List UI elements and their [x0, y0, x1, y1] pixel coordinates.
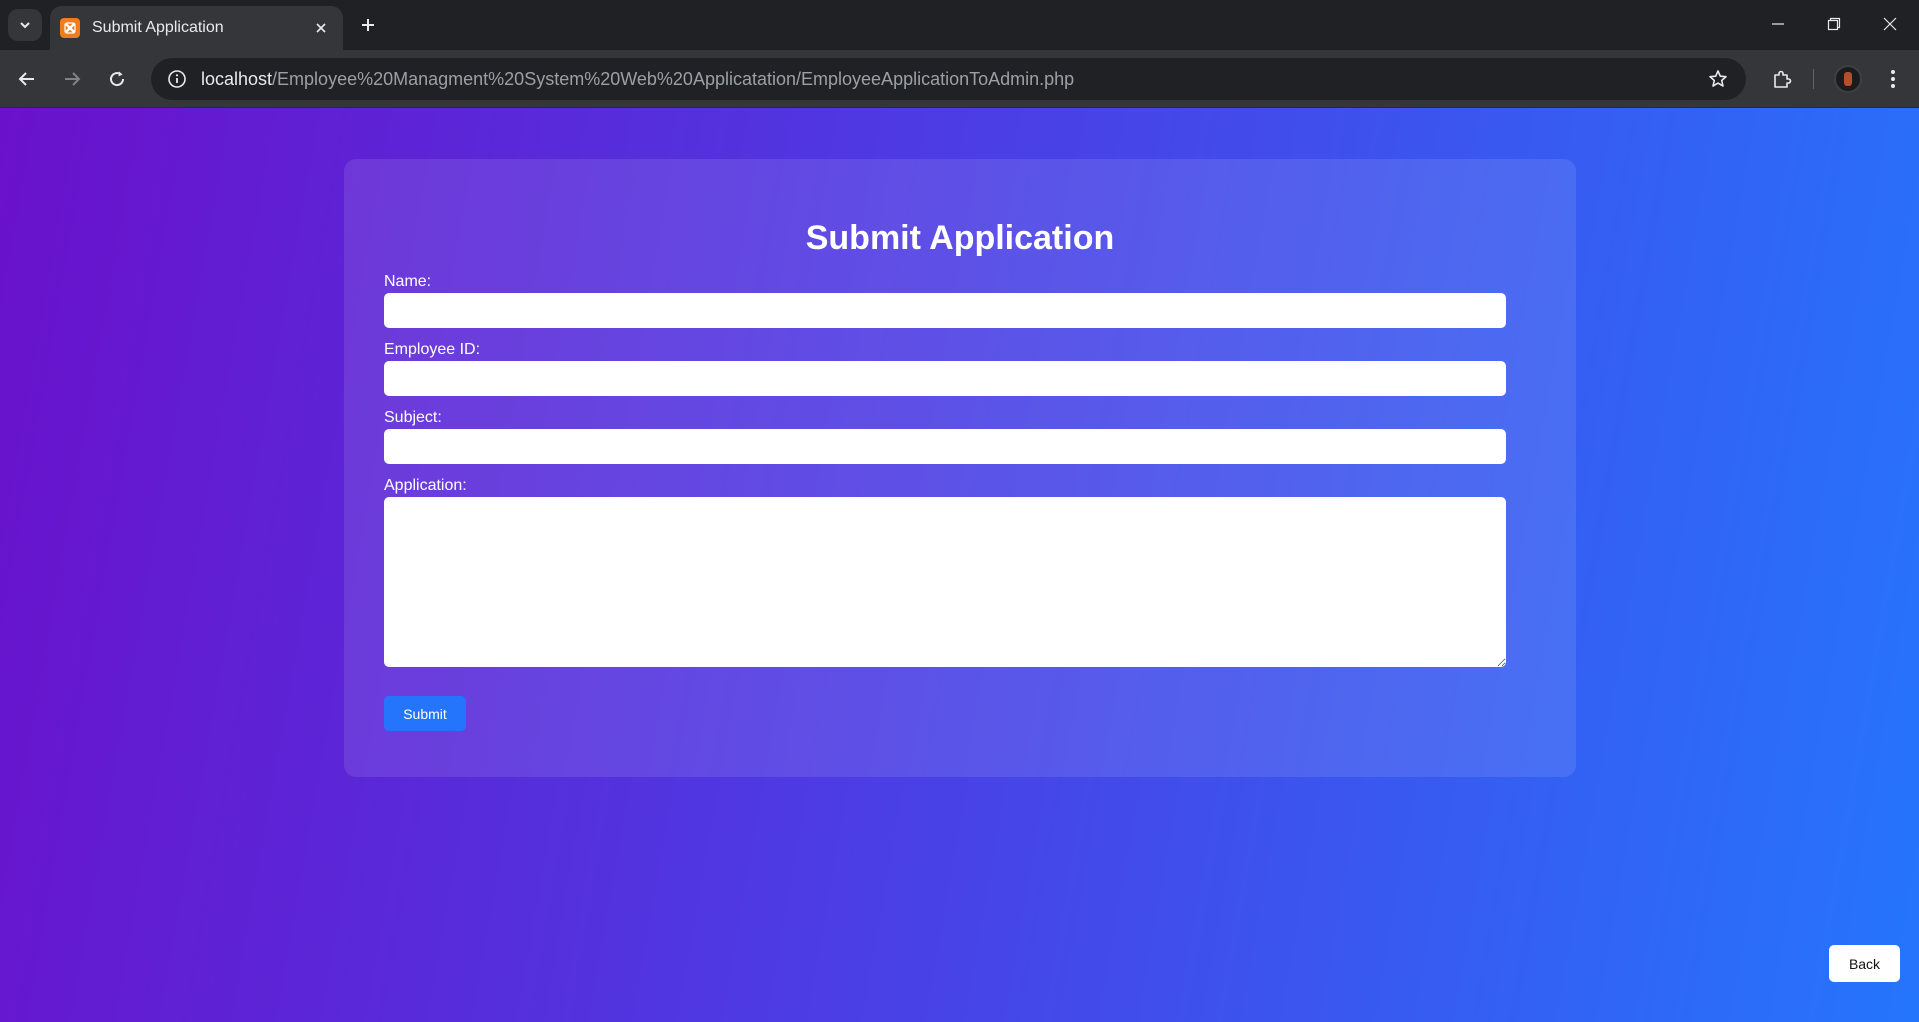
- puzzle-icon: [1774, 70, 1792, 88]
- submit-button[interactable]: Submit: [384, 696, 466, 731]
- tab-strip: Submit Application: [0, 0, 1919, 50]
- subject-input[interactable]: [384, 429, 1506, 464]
- page-title: Submit Application: [805, 219, 1115, 257]
- application-form-card: Submit Application Name: Employee ID: Su…: [344, 159, 1576, 777]
- extensions-button[interactable]: [1765, 62, 1799, 96]
- toolbar-divider: [1813, 69, 1814, 89]
- page-viewport: Submit Application Name: Employee ID: Su…: [0, 108, 1919, 1022]
- back-nav-button[interactable]: [10, 62, 44, 96]
- bookmark-button[interactable]: [1704, 65, 1732, 93]
- forward-nav-button[interactable]: [55, 62, 89, 96]
- back-button[interactable]: Back: [1829, 945, 1900, 982]
- arrow-left-icon: [18, 72, 34, 86]
- application-label: Application:: [384, 477, 467, 494]
- browser-toolbar: localhost/Employee%20Managment%20System%…: [0, 50, 1919, 108]
- arrow-right-icon: [65, 72, 81, 86]
- close-icon: [316, 23, 326, 33]
- name-label: Name:: [384, 273, 432, 290]
- plus-icon: [362, 19, 374, 31]
- url-host: localhost: [201, 68, 273, 89]
- avatar[interactable]: [1834, 65, 1862, 93]
- kebab-menu-icon: [1891, 70, 1895, 88]
- tab-title: Submit Application: [92, 19, 224, 36]
- tab-search-button[interactable]: [8, 9, 42, 41]
- subject-label: Subject:: [384, 409, 442, 426]
- star-icon: [1709, 70, 1727, 87]
- restore-icon: [1827, 17, 1841, 31]
- url-path: /Employee%20Managment%20System%20Web%20A…: [272, 68, 1075, 89]
- application-textarea[interactable]: [384, 497, 1506, 667]
- address-bar[interactable]: localhost/Employee%20Managment%20System%…: [151, 58, 1746, 100]
- tab-close-button[interactable]: [309, 16, 333, 40]
- new-tab-button[interactable]: [353, 10, 383, 40]
- chevron-down-icon: [20, 22, 30, 29]
- minimize-button[interactable]: [1750, 0, 1806, 48]
- minimize-icon: [1772, 23, 1784, 25]
- employee-id-input[interactable]: [384, 361, 1506, 396]
- close-icon: [1883, 17, 1897, 31]
- xampp-icon: [60, 18, 80, 38]
- name-input[interactable]: [384, 293, 1506, 328]
- browser-tab[interactable]: Submit Application: [50, 6, 343, 50]
- restore-button[interactable]: [1806, 0, 1862, 48]
- url-text: localhost/Employee%20Managment%20System%…: [201, 69, 1074, 90]
- employee-id-label: Employee ID:: [384, 341, 481, 358]
- site-info-button[interactable]: [163, 65, 191, 93]
- reload-button[interactable]: [100, 62, 134, 96]
- browser-menu-button[interactable]: [1876, 62, 1910, 96]
- avatar-figure: [1844, 72, 1852, 86]
- reload-icon: [110, 71, 125, 87]
- info-icon: [168, 70, 186, 88]
- close-window-button[interactable]: [1862, 0, 1918, 48]
